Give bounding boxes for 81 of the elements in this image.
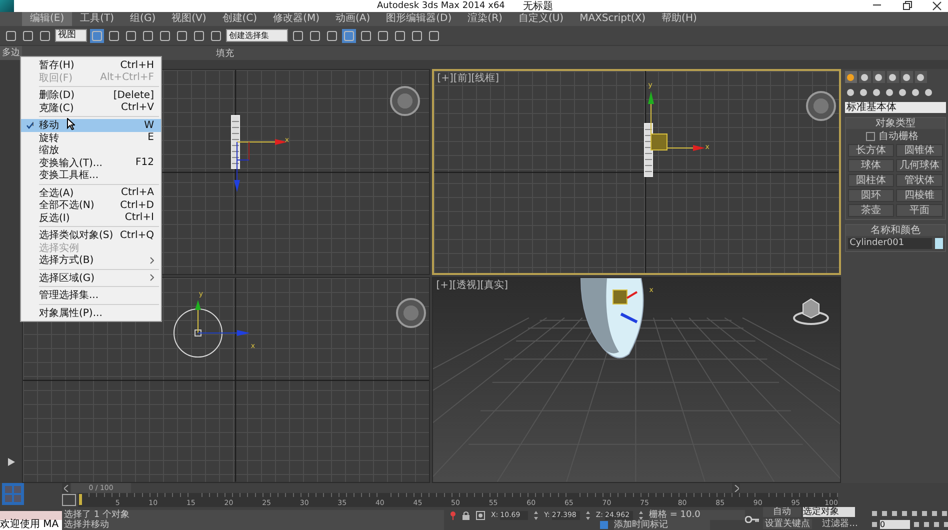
ribbon-tab[interactable]: 多边 [0,46,22,60]
key-mode-dropdown[interactable]: 选定对象 [803,507,856,517]
primitive-button[interactable]: 几何球体 [896,159,943,172]
auto-key-button[interactable]: 自动 [763,507,802,517]
menu-item[interactable]: 选择方式(B) [21,254,161,266]
menu-item[interactable]: 工具(T) [72,12,122,26]
menu-item[interactable]: 渲染(R) [460,12,510,26]
pin-icon[interactable] [450,510,456,520]
menu-item[interactable]: 暂存(H) Ctrl+H [21,59,161,72]
menu-item[interactable]: 缩放 [21,144,161,156]
primitive-button[interactable]: 长方体 [848,144,894,158]
menu-item[interactable]: 旋转 E [21,132,161,144]
rollout-header[interactable]: 名称和颜色 [846,225,945,236]
curve-editor-icon[interactable] [62,494,76,506]
next-frame-button[interactable] [732,483,740,493]
menu-item[interactable]: MAXScript(X) [572,12,654,26]
menu-item[interactable]: 图形编辑器(D) [378,12,460,26]
ribbon-tab[interactable]: 填充 [216,46,234,60]
prompt-text: 选择并移动 [62,520,444,530]
primitive-button[interactable]: 圆锥体 [896,144,943,158]
menu-item[interactable]: 帮助(H) [654,12,705,26]
status-text: 选择了 1 个对象 [62,510,444,520]
spinner-icon[interactable] [586,510,590,520]
menu-item[interactable]: 删除(D) [Delete] [21,89,161,102]
primitive-button[interactable]: 管状体 [896,174,943,188]
menu-item[interactable]: 编辑(E) [22,12,72,26]
cylinder-drawing [230,115,240,170]
view-dropdown[interactable]: 视图 [55,29,87,42]
primitive-button[interactable]: 球体 [848,159,894,172]
name-field[interactable]: Cylinder001 [848,238,932,250]
menu-item[interactable]: 对象属性(P)... [21,306,161,319]
view-cube-icon[interactable] [793,296,830,326]
menu-item[interactable]: 选择类似对象(S) Ctrl+Q [21,229,161,242]
spinner-icon[interactable] [639,510,644,520]
rollout-header[interactable]: 对象类型 [846,118,945,130]
menu-item[interactable]: 管理选择集... [21,289,161,302]
filters-button[interactable]: 过滤器... [814,519,866,529]
primitive-button[interactable]: 茶壶 [848,204,894,218]
category-dropdown[interactable]: 标准基本体 [844,102,946,114]
mouse-cursor-icon [67,118,75,130]
transform-mode-icon[interactable] [476,510,485,520]
menu-item[interactable]: 全选(A) Ctrl+A [21,186,161,199]
menu-item[interactable]: 反选(I) Ctrl+I [21,212,161,224]
menu-item[interactable]: 动画(A) [328,12,378,26]
menu-item[interactable]: 变换工具框... [21,169,161,182]
menu-item[interactable]: 修改器(M) [265,12,328,26]
document-title: 无标题 [522,0,553,12]
lock-icon[interactable] [462,510,470,520]
menu-item[interactable]: 移动 W [21,119,161,132]
add-time-tag-button[interactable]: 添加时间标记 [614,520,710,530]
primitive-button[interactable]: 平面 [896,204,943,218]
window-title: Autodesk 3ds Max 2014 x64 [377,1,505,11]
selection-set-dropdown[interactable]: 创建选择集 [226,29,288,42]
previous-frame-button[interactable] [62,483,70,493]
restore-icon[interactable] [902,1,912,11]
menu-item[interactable]: 全部不选(N) Ctrl+D [21,199,161,212]
key-icon[interactable] [745,516,760,523]
circle-drawing [172,308,223,358]
viewport-label[interactable]: [+][透视][真实] [436,280,508,292]
frame-field[interactable]: 0 [880,520,910,529]
color-swatch[interactable] [935,238,943,250]
primitive-button[interactable]: 圆柱体 [848,174,894,188]
menu-item[interactable]: 自定义(U) [510,12,572,26]
menu-item[interactable]: 克隆(C) Ctrl+V [21,102,161,114]
cylinder-drawing [644,123,654,178]
grid-size-text: 栅格 = 10.0 [649,510,746,520]
spinner-icon[interactable] [534,510,538,520]
primitive-button[interactable]: 圆环 [848,189,894,202]
set-key-button[interactable]: 设置关键点 [763,519,812,529]
close-icon[interactable] [932,1,942,11]
primitive-button[interactable]: 四棱锥 [896,189,943,202]
time-marker-icon [79,494,82,505]
menu-item[interactable]: 变换输入(T)... F12 [21,156,161,169]
menu-item[interactable]: 视图(V) [164,12,214,26]
script-listener-field[interactable] [0,511,62,520]
checkbox-label: 自动栅格 [878,131,919,142]
viewport-label[interactable]: [+][前][线框] [437,73,500,84]
menu-item[interactable]: 组(G) [122,12,164,26]
checkbox[interactable] [866,132,875,142]
welcome-text: 欢迎使用 MA [0,520,62,530]
menu-item[interactable]: 创建(C) [214,12,266,26]
